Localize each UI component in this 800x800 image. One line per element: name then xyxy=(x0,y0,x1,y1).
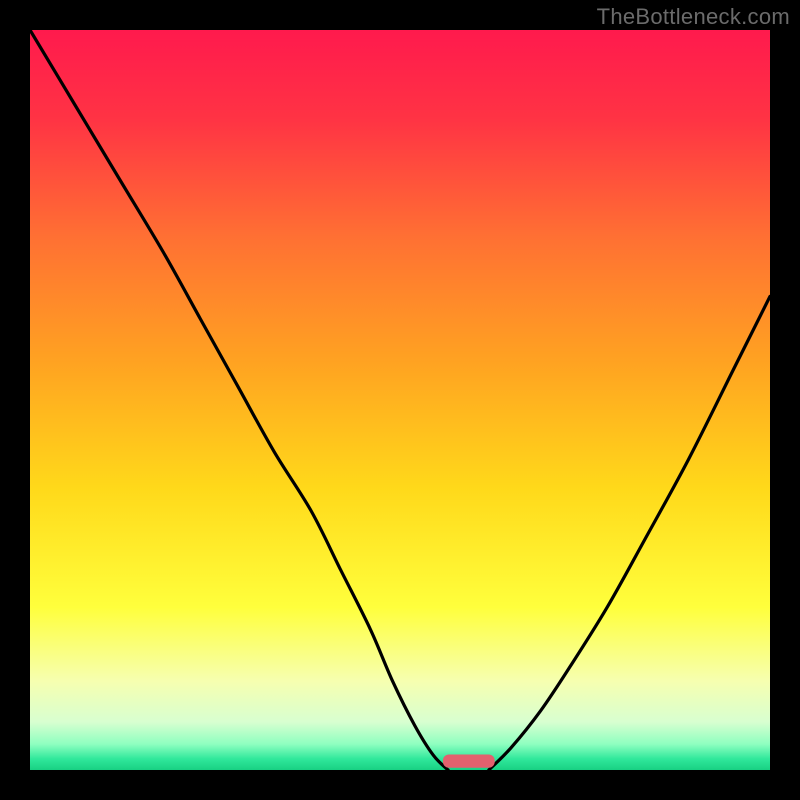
watermark-text: TheBottleneck.com xyxy=(597,4,790,30)
chart-frame: TheBottleneck.com xyxy=(0,0,800,800)
gradient-background xyxy=(30,30,770,770)
bottleneck-chart xyxy=(0,0,800,800)
optimal-marker xyxy=(443,754,495,767)
